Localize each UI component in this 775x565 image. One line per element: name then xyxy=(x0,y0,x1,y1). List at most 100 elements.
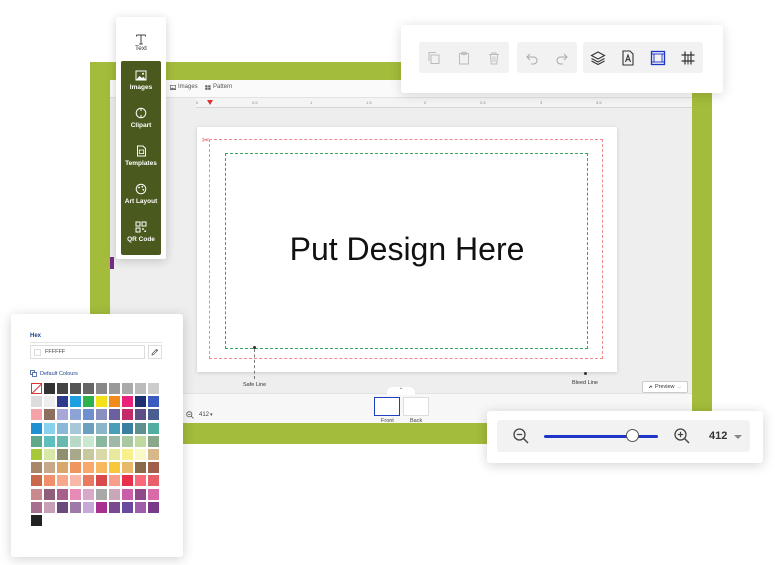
colour-swatch[interactable] xyxy=(57,409,68,421)
zoom-in-icon[interactable] xyxy=(673,427,691,445)
colour-swatch[interactable] xyxy=(31,475,42,487)
collapse-handle[interactable]: ⌃ xyxy=(387,387,415,395)
colour-swatch[interactable] xyxy=(96,462,107,474)
colour-swatch[interactable] xyxy=(83,396,94,408)
colour-swatch[interactable] xyxy=(31,462,42,474)
design-canvas[interactable]: ✂ Put Design Here xyxy=(197,127,617,372)
redo-button[interactable] xyxy=(547,42,577,73)
colour-swatch[interactable] xyxy=(96,422,107,434)
colour-swatch[interactable] xyxy=(122,501,133,513)
colour-swatch[interactable] xyxy=(31,435,42,447)
colour-swatch[interactable] xyxy=(135,448,146,460)
colour-swatch[interactable] xyxy=(96,488,107,500)
tool-text[interactable]: Text xyxy=(121,23,161,61)
tool-art-layout[interactable]: Art Layout xyxy=(121,175,161,213)
colour-swatch[interactable] xyxy=(83,422,94,434)
colour-swatch[interactable] xyxy=(122,462,133,474)
zoom-out-icon[interactable] xyxy=(512,427,530,445)
colour-swatch[interactable] xyxy=(148,501,159,513)
colour-swatch[interactable] xyxy=(70,409,81,421)
colour-swatch[interactable] xyxy=(31,422,42,434)
colour-swatch[interactable] xyxy=(44,475,55,487)
colour-swatch[interactable] xyxy=(70,475,81,487)
colour-swatch[interactable] xyxy=(57,435,68,447)
colour-swatch[interactable] xyxy=(44,383,55,394)
colour-swatch[interactable] xyxy=(44,501,55,513)
colour-swatch[interactable] xyxy=(57,475,68,487)
preview-button[interactable]: Preview → xyxy=(642,381,688,393)
colour-swatch[interactable] xyxy=(135,422,146,434)
zoom-dropdown-caret-icon[interactable] xyxy=(734,435,742,439)
colour-swatch[interactable] xyxy=(70,435,81,447)
colour-swatch[interactable] xyxy=(70,501,81,513)
tab-images[interactable]: Images xyxy=(170,84,198,90)
colour-swatch[interactable] xyxy=(148,422,159,434)
colour-swatch[interactable] xyxy=(70,396,81,408)
no-colour-swatch[interactable] xyxy=(31,383,42,394)
colour-swatch[interactable] xyxy=(109,409,120,421)
delete-button[interactable] xyxy=(479,42,509,73)
hex-input[interactable]: FFFFFF xyxy=(30,345,145,359)
colour-swatch[interactable] xyxy=(31,501,42,513)
colour-swatch[interactable] xyxy=(83,435,94,447)
colour-swatch[interactable] xyxy=(57,396,68,408)
colour-swatch[interactable] xyxy=(109,475,120,487)
zoom-slider-thumb[interactable] xyxy=(626,429,640,442)
colour-swatch[interactable] xyxy=(31,488,42,500)
grid-button[interactable] xyxy=(673,42,703,73)
colour-swatch[interactable] xyxy=(109,422,120,434)
colour-swatch[interactable] xyxy=(44,409,55,421)
colour-swatch[interactable] xyxy=(122,488,133,500)
tool-images[interactable]: Images xyxy=(121,61,161,99)
colour-swatch[interactable] xyxy=(148,488,159,500)
colour-swatch[interactable] xyxy=(96,501,107,513)
colour-swatch[interactable] xyxy=(31,396,42,408)
font-file-button[interactable] xyxy=(613,42,643,73)
colour-swatch[interactable] xyxy=(83,383,94,394)
colour-swatch[interactable] xyxy=(96,409,107,421)
tab-pattern[interactable]: Pattern xyxy=(205,84,232,90)
colour-swatch[interactable] xyxy=(135,462,146,474)
colour-swatch[interactable] xyxy=(135,396,146,408)
colour-swatch[interactable] xyxy=(109,383,120,394)
colour-swatch[interactable] xyxy=(96,448,107,460)
colour-swatch[interactable] xyxy=(122,448,133,460)
colour-swatch[interactable] xyxy=(83,475,94,487)
colour-swatch[interactable] xyxy=(57,383,68,394)
colour-swatch[interactable] xyxy=(31,514,42,526)
colour-swatch[interactable] xyxy=(135,475,146,487)
colour-swatch[interactable] xyxy=(96,383,107,394)
side-thumb-back[interactable] xyxy=(403,397,429,416)
colour-swatch[interactable] xyxy=(57,448,68,460)
zoom-value[interactable]: 412 xyxy=(709,430,727,442)
colour-swatch[interactable] xyxy=(44,435,55,447)
colour-swatch[interactable] xyxy=(109,488,120,500)
colour-swatch[interactable] xyxy=(148,462,159,474)
colour-swatch[interactable] xyxy=(83,409,94,421)
colour-swatch[interactable] xyxy=(57,488,68,500)
colour-swatch[interactable] xyxy=(135,383,146,394)
colour-swatch[interactable] xyxy=(122,422,133,434)
colour-swatch[interactable] xyxy=(31,409,42,421)
colour-swatch[interactable] xyxy=(122,409,133,421)
colour-swatch[interactable] xyxy=(148,396,159,408)
mini-zoom-control[interactable]: 412 ▾ xyxy=(186,411,213,419)
colour-swatch[interactable] xyxy=(70,422,81,434)
colour-swatch[interactable] xyxy=(135,409,146,421)
tool-templates[interactable]: Templates xyxy=(121,137,161,175)
colour-swatch[interactable] xyxy=(70,488,81,500)
frame-button[interactable] xyxy=(643,42,673,73)
undo-button[interactable] xyxy=(517,42,547,73)
copy-button[interactable] xyxy=(419,42,449,73)
colour-swatch[interactable] xyxy=(109,501,120,513)
colour-swatch[interactable] xyxy=(57,501,68,513)
zoom-slider-track[interactable] xyxy=(544,435,658,438)
tool-qr-code[interactable]: QR Code xyxy=(121,213,161,251)
colour-swatch[interactable] xyxy=(122,396,133,408)
colour-swatch[interactable] xyxy=(83,488,94,500)
eyedropper-button[interactable] xyxy=(148,345,162,359)
zoom-out-small-icon[interactable] xyxy=(186,411,194,419)
colour-swatch[interactable] xyxy=(83,501,94,513)
colour-swatch[interactable] xyxy=(83,462,94,474)
tool-clipart[interactable]: Clipart xyxy=(121,99,161,137)
